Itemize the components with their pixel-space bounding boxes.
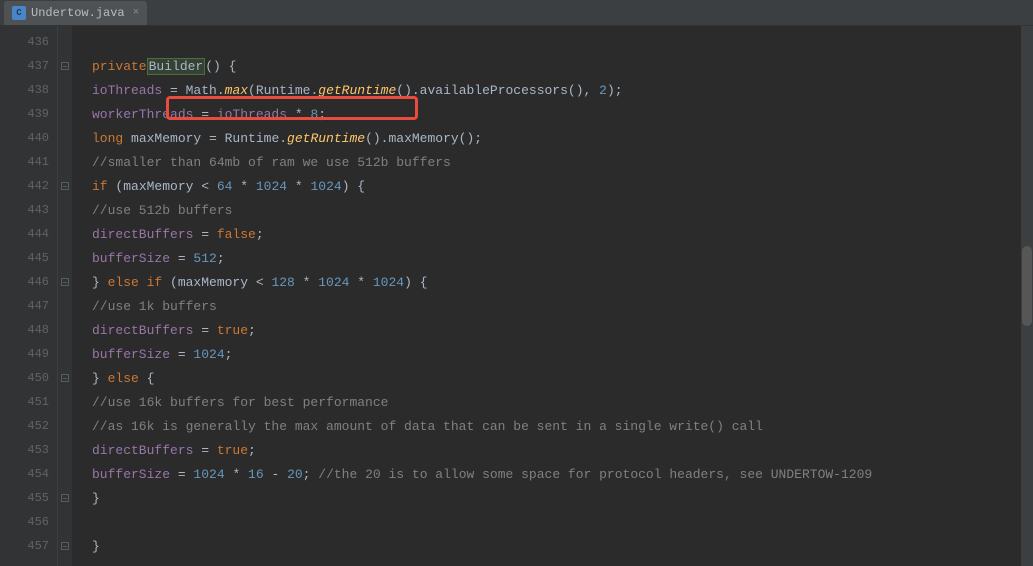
fold-marker[interactable] (61, 278, 69, 286)
vertical-scrollbar[interactable] (1021, 26, 1033, 566)
code-line: private Builder() { (92, 54, 1033, 78)
tab-bar: C Undertow.java × (0, 0, 1033, 26)
line-number: 446 (0, 270, 57, 294)
java-class-icon: C (12, 6, 26, 20)
line-number: 452 (0, 414, 57, 438)
line-number: 457 (0, 534, 57, 558)
code-line: directBuffers = true; (92, 318, 1033, 342)
code-line: //use 1k buffers (92, 294, 1033, 318)
line-number: 444 (0, 222, 57, 246)
close-icon[interactable]: × (133, 7, 140, 19)
fold-marker[interactable] (61, 542, 69, 550)
line-number: 449 (0, 342, 57, 366)
code-line: } (92, 534, 1033, 558)
line-number: 437 (0, 54, 57, 78)
line-number: 454 (0, 462, 57, 486)
line-number: 447 (0, 294, 57, 318)
line-number: 448 (0, 318, 57, 342)
line-number: 436 (0, 30, 57, 54)
line-number: 439 (0, 102, 57, 126)
code-line: if (maxMemory < 64 * 1024 * 1024) { (92, 174, 1033, 198)
code-line (92, 30, 1033, 54)
line-number: 455 (0, 486, 57, 510)
code-line: workerThreads = ioThreads * 8; (92, 102, 1033, 126)
line-number: 440 (0, 126, 57, 150)
code-line: } else if (maxMemory < 128 * 1024 * 1024… (92, 270, 1033, 294)
line-number: 453 (0, 438, 57, 462)
code-line: //smaller than 64mb of ram we use 512b b… (92, 150, 1033, 174)
code-line: //as 16k is generally the max amount of … (92, 414, 1033, 438)
editor: 436 437 438 439 440 441 442 443 444 445 … (0, 26, 1033, 566)
fold-marker[interactable] (61, 62, 69, 70)
line-number: 443 (0, 198, 57, 222)
code-line (92, 510, 1033, 534)
tab-filename: Undertow.java (31, 6, 125, 20)
code-line: bufferSize = 512; (92, 246, 1033, 270)
fold-marker[interactable] (61, 374, 69, 382)
code-area[interactable]: private Builder() { ioThreads = Math.max… (72, 26, 1033, 566)
line-number: 451 (0, 390, 57, 414)
code-line: } else { (92, 366, 1033, 390)
scrollbar-thumb[interactable] (1022, 246, 1032, 326)
code-line: //use 16k buffers for best performance (92, 390, 1033, 414)
line-number: 442 (0, 174, 57, 198)
line-number-gutter: 436 437 438 439 440 441 442 443 444 445 … (0, 26, 58, 566)
code-line: //use 512b buffers (92, 198, 1033, 222)
fold-marker[interactable] (61, 182, 69, 190)
file-tab[interactable]: C Undertow.java × (4, 1, 147, 25)
line-number: 450 (0, 366, 57, 390)
line-number: 456 (0, 510, 57, 534)
code-line: directBuffers = true; (92, 438, 1033, 462)
line-number: 438 (0, 78, 57, 102)
fold-gutter (58, 26, 72, 566)
line-number: 445 (0, 246, 57, 270)
fold-marker[interactable] (61, 494, 69, 502)
code-line: bufferSize = 1024 * 16 - 20; //the 20 is… (92, 462, 1033, 486)
code-line: ioThreads = Math.max(Runtime.getRuntime(… (92, 78, 1033, 102)
line-number: 441 (0, 150, 57, 174)
code-line: directBuffers = false; (92, 222, 1033, 246)
code-line: } (92, 486, 1033, 510)
code-line: long maxMemory = Runtime.getRuntime().ma… (92, 126, 1033, 150)
code-line: bufferSize = 1024; (92, 342, 1033, 366)
